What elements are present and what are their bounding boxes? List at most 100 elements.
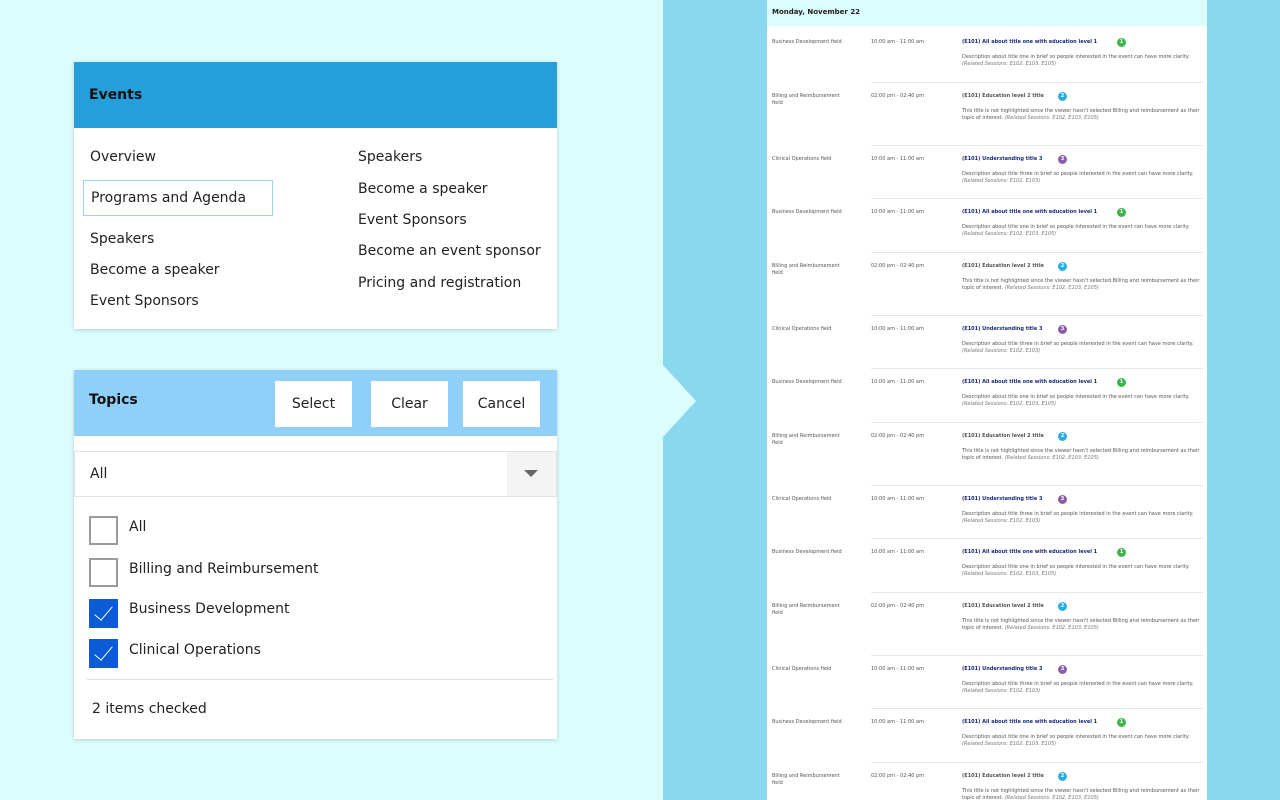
nav-link-overview[interactable]: Overview bbox=[90, 149, 156, 165]
session-field: Clinical Operations field bbox=[772, 156, 832, 162]
related-sessions: (Related Sessions: E102, E103, E105) bbox=[1004, 115, 1099, 121]
session-description-text: Description about title three in brief s… bbox=[962, 511, 1194, 517]
education-level-badge: 3 bbox=[1058, 155, 1067, 164]
session-time: 10:00 am - 11:00 am bbox=[871, 496, 924, 502]
chevron-down-icon bbox=[524, 470, 538, 477]
session-title[interactable]: (E101) All about title one with educatio… bbox=[962, 379, 1097, 386]
related-sessions: (Related Sessions: E102, E103, E105) bbox=[1004, 455, 1099, 461]
session-time: 10:00 am - 11:00 am bbox=[871, 549, 924, 555]
session-time: 02:00 pm - 02:40 pm bbox=[871, 93, 925, 99]
session-description: Description about title one in brief so … bbox=[962, 734, 1202, 748]
related-sessions: (Related Sessions: E102, E103, E105) bbox=[962, 401, 1057, 407]
session-title[interactable]: (E101) All about title one with educatio… bbox=[962, 209, 1097, 216]
session-description-text: Description about title one in brief so … bbox=[962, 224, 1190, 230]
nav-link-become-an-event-sponsor[interactable]: Become an event sponsor bbox=[358, 243, 541, 259]
session-description: This title is not highlighted since the … bbox=[962, 448, 1202, 462]
session-field: Billing and Reimbursement field bbox=[772, 263, 840, 276]
session-title[interactable]: (E101) All about title one with educatio… bbox=[962, 719, 1097, 726]
session-description: Description about title one in brief so … bbox=[962, 394, 1202, 408]
session-description: This title is not highlighted since the … bbox=[962, 618, 1202, 632]
session-field: Business Development field bbox=[772, 209, 842, 215]
session-title[interactable]: (E101) All about title one with educatio… bbox=[962, 549, 1097, 556]
checkbox-clinical-operations[interactable] bbox=[89, 638, 118, 668]
session-description: Description about title three in brief s… bbox=[962, 681, 1202, 695]
education-level-badge: 3 bbox=[1058, 325, 1067, 334]
nav-link-event-sponsors[interactable]: Event Sponsors bbox=[90, 293, 199, 309]
session-title[interactable]: (E101) Understanding title 3 bbox=[962, 156, 1043, 163]
related-sessions: (Related Sessions: E102, E103, E105) bbox=[962, 571, 1057, 577]
events-header: Events bbox=[74, 62, 557, 128]
related-sessions: (Related Sessions: E102, E103, E105) bbox=[962, 61, 1057, 67]
related-sessions: (Related Sessions: E102, E103) bbox=[962, 518, 1041, 524]
session-description-text: Description about title one in brief so … bbox=[962, 394, 1190, 400]
session-time: 10:00 am - 11:00 am bbox=[871, 326, 924, 332]
checkbox-business-development[interactable] bbox=[89, 598, 118, 628]
option-clinical-operations[interactable]: Clinical Operations bbox=[89, 638, 261, 668]
session-title[interactable]: (E101) Understanding title 3 bbox=[962, 496, 1043, 503]
session-field: Clinical Operations field bbox=[772, 496, 832, 502]
related-sessions: (Related Sessions: E102, E103, E105) bbox=[1004, 795, 1099, 800]
checkbox-all[interactable] bbox=[89, 515, 118, 545]
pointer-notch bbox=[663, 365, 696, 437]
session-time: 02:00 pm - 02:40 pm bbox=[871, 603, 925, 609]
option-all[interactable]: All bbox=[89, 515, 146, 545]
session-time: 10:00 am - 11:00 am bbox=[871, 379, 924, 385]
session-time: 10:00 am - 11:00 am bbox=[871, 719, 924, 725]
select-button[interactable]: Select bbox=[275, 381, 352, 427]
checkbox-billing-and-reimbursement[interactable] bbox=[89, 557, 118, 587]
clear-button[interactable]: Clear bbox=[371, 381, 448, 427]
option-label: Business Development bbox=[129, 601, 290, 617]
nav-link-become-a-speaker[interactable]: Become a speaker bbox=[90, 262, 220, 278]
session-time: 02:00 pm - 02:40 pm bbox=[871, 263, 925, 269]
session-description-text: Description about title one in brief so … bbox=[962, 734, 1190, 740]
topics-header: Topics Select Clear Cancel bbox=[74, 370, 557, 436]
session-field: Clinical Operations field bbox=[772, 326, 832, 332]
session-time: 10:00 am - 11:00 am bbox=[871, 156, 924, 162]
session-divider bbox=[871, 368, 1203, 369]
nav-link-speakers-right[interactable]: Speakers bbox=[358, 149, 422, 165]
session-description: This title is not highlighted since the … bbox=[962, 788, 1202, 800]
session-description: Description about title one in brief so … bbox=[962, 54, 1202, 68]
education-level-badge: 2 bbox=[1058, 92, 1067, 101]
education-level-badge: 2 bbox=[1058, 602, 1067, 611]
related-sessions: (Related Sessions: E102, E103, E105) bbox=[962, 741, 1057, 747]
nav-link-speakers[interactable]: Speakers bbox=[90, 231, 154, 247]
agenda-panel[interactable]: Monday, November 22 Business Development… bbox=[767, 0, 1207, 800]
divider bbox=[87, 679, 553, 680]
session-title[interactable]: (E101) Education level 2 title bbox=[962, 603, 1044, 610]
session-title[interactable]: (E101) All about title one with educatio… bbox=[962, 39, 1097, 46]
session-description-text: Description about title one in brief so … bbox=[962, 54, 1190, 60]
session-description: Description about title one in brief so … bbox=[962, 564, 1202, 578]
nav-link-programs-and-agenda[interactable]: Programs and Agenda bbox=[83, 180, 273, 216]
related-sessions: (Related Sessions: E102, E103, E105) bbox=[1004, 285, 1099, 291]
nav-link-become-a-speaker-right[interactable]: Become a speaker bbox=[358, 181, 488, 197]
education-level-badge: 1 bbox=[1117, 208, 1126, 217]
option-billing-and-reimbursement[interactable]: Billing and Reimbursement bbox=[89, 557, 318, 587]
session-description: Description about title three in brief s… bbox=[962, 511, 1202, 525]
session-time: 02:00 pm - 02:40 pm bbox=[871, 433, 925, 439]
session-title[interactable]: (E101) Education level 2 title bbox=[962, 773, 1044, 780]
cancel-button[interactable]: Cancel bbox=[463, 381, 540, 427]
session-description: Description about title one in brief so … bbox=[962, 224, 1202, 238]
session-divider bbox=[871, 592, 1203, 593]
session-title[interactable]: (E101) Understanding title 3 bbox=[962, 666, 1043, 673]
session-field: Clinical Operations field bbox=[772, 666, 832, 672]
session-field: Business Development field bbox=[772, 379, 842, 385]
education-level-badge: 3 bbox=[1058, 665, 1067, 674]
session-title[interactable]: (E101) Understanding title 3 bbox=[962, 326, 1043, 333]
dropdown-toggle[interactable] bbox=[507, 452, 556, 496]
nav-link-event-sponsors-right[interactable]: Event Sponsors bbox=[358, 212, 467, 228]
session-description: This title is not highlighted since the … bbox=[962, 278, 1202, 292]
option-business-development[interactable]: Business Development bbox=[89, 598, 289, 628]
session-title[interactable]: (E101) Education level 2 title bbox=[962, 93, 1044, 100]
session-time: 10:00 am - 11:00 am bbox=[871, 666, 924, 672]
session-divider bbox=[871, 198, 1203, 199]
topics-dropdown[interactable]: All bbox=[74, 451, 557, 497]
option-label: Clinical Operations bbox=[129, 641, 261, 658]
session-title[interactable]: (E101) Education level 2 title bbox=[962, 433, 1044, 440]
related-sessions: (Related Sessions: E102, E103) bbox=[962, 688, 1041, 694]
session-title[interactable]: (E101) Education level 2 title bbox=[962, 263, 1044, 270]
session-divider bbox=[871, 485, 1203, 486]
nav-link-pricing-and-registration[interactable]: Pricing and registration bbox=[358, 275, 521, 291]
education-level-badge: 2 bbox=[1058, 262, 1067, 271]
